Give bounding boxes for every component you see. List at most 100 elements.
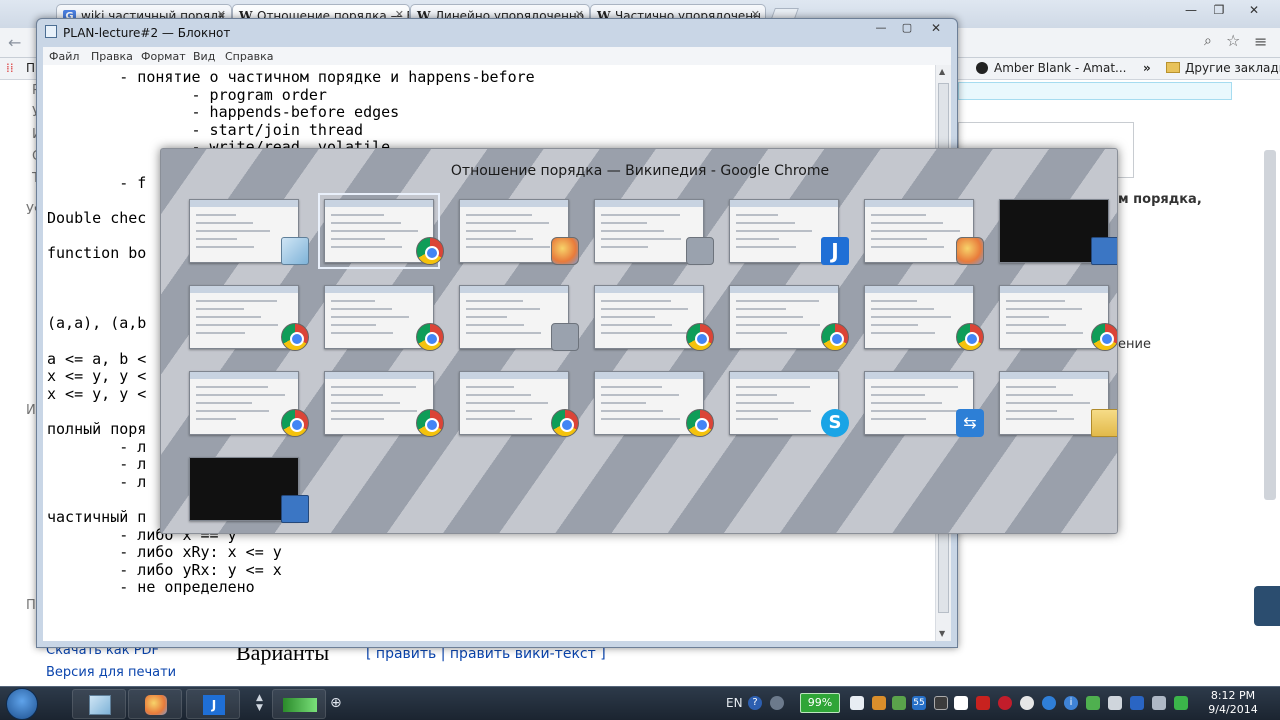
taskbar-network-monitor[interactable] bbox=[272, 689, 326, 719]
thumbnail-content bbox=[466, 410, 515, 412]
thumbnail-content bbox=[331, 324, 376, 326]
intellij-icon: J bbox=[203, 695, 225, 715]
search-icon[interactable]: ⌕ bbox=[1204, 33, 1212, 49]
chrome-icon bbox=[1091, 323, 1117, 351]
taskbar-notepad[interactable] bbox=[72, 689, 126, 719]
terminal-icon bbox=[281, 495, 309, 523]
back-icon[interactable]: ← bbox=[8, 33, 21, 52]
tray-app-icon[interactable] bbox=[998, 696, 1012, 710]
thumbnail-titlebar bbox=[865, 372, 973, 379]
thumbnail-content bbox=[1006, 386, 1056, 388]
bookmark-overflow[interactable]: » bbox=[1143, 61, 1151, 75]
thumbnail-content bbox=[196, 332, 245, 334]
tray-badge[interactable]: 55 bbox=[912, 696, 926, 710]
text-line: x <= y, y < bbox=[47, 367, 147, 386]
bookmark-other[interactable]: Другие закладки bbox=[1185, 61, 1280, 75]
menu-format[interactable]: Формат bbox=[141, 50, 186, 63]
thumbnail-content bbox=[871, 418, 926, 420]
taskbar-scroll-icon[interactable]: ▲ ▼ bbox=[256, 693, 263, 713]
star-icon[interactable]: ☆ bbox=[1226, 31, 1240, 50]
maximize-icon[interactable]: ❐ bbox=[1204, 0, 1234, 20]
tray-app-icon[interactable] bbox=[1042, 696, 1056, 710]
paint-icon bbox=[551, 237, 579, 265]
text-line: - л bbox=[47, 455, 147, 474]
close-window-icon[interactable]: ✕ bbox=[1234, 0, 1274, 20]
help-icon[interactable]: ? bbox=[748, 696, 762, 710]
thumbnail-content bbox=[871, 410, 959, 412]
thumbnail-content bbox=[196, 418, 236, 420]
thumbnail-content bbox=[871, 402, 942, 404]
thumbnail-content bbox=[331, 394, 383, 396]
tray-app-icon[interactable] bbox=[892, 696, 906, 710]
thumbnail-content bbox=[871, 230, 960, 232]
thumbnail-content bbox=[601, 246, 648, 248]
thumbnail-content bbox=[466, 402, 548, 404]
print-version-link[interactable]: Версия для печати bbox=[46, 665, 176, 680]
text-line: Double chec bbox=[47, 208, 147, 227]
page-scrollbar[interactable] bbox=[1264, 150, 1276, 500]
thumbnail-content bbox=[1006, 394, 1073, 396]
window-switcher: Отношение порядка — Википедия - Google C… bbox=[160, 148, 1118, 534]
text-line: - не определено bbox=[47, 578, 255, 597]
taskbar-paint[interactable] bbox=[128, 689, 182, 719]
paint-icon bbox=[145, 695, 167, 715]
thumbnail-content bbox=[601, 394, 679, 396]
text-line: - start/join thread bbox=[47, 120, 364, 139]
thumbnail-content bbox=[601, 214, 680, 216]
scroll-up-icon[interactable]: ▲ bbox=[939, 67, 945, 76]
bookmark-amber-blank[interactable]: Amber Blank - Amat... bbox=[994, 61, 1126, 75]
thumbnail-content bbox=[196, 230, 270, 232]
wireless-icon[interactable]: ⊕ bbox=[330, 695, 342, 711]
minimize-icon[interactable]: — bbox=[869, 21, 893, 37]
text-line: (a,a), (a,b bbox=[47, 314, 147, 333]
tray-app-icon[interactable] bbox=[954, 696, 968, 710]
acrobat-icon[interactable] bbox=[976, 696, 990, 710]
close-icon[interactable]: ✕ bbox=[921, 21, 951, 37]
gear-icon[interactable] bbox=[770, 696, 784, 710]
tray-app-icon[interactable] bbox=[1130, 696, 1144, 710]
menu-file[interactable]: Файл bbox=[49, 50, 79, 63]
thumbnail-content bbox=[331, 418, 384, 420]
language-indicator[interactable]: EN bbox=[726, 696, 743, 710]
text-line: function bo bbox=[47, 244, 147, 262]
thumbnail-content bbox=[196, 410, 269, 412]
thumbnail-content bbox=[736, 316, 803, 318]
tray-app-icon[interactable] bbox=[1086, 696, 1100, 710]
thumbnail-content bbox=[331, 300, 375, 302]
taskbar: J ▲ ▼ ⊕ EN ? 99% 55 i 8:12 PM 9/4/2014 bbox=[0, 686, 1280, 720]
people-icon bbox=[686, 237, 714, 265]
minimize-icon[interactable]: — bbox=[1176, 0, 1206, 20]
clock-date: 9/4/2014 bbox=[1208, 703, 1258, 716]
thumbnail-content bbox=[871, 308, 934, 310]
taskbar-intellij[interactable]: J bbox=[186, 689, 240, 719]
thumbnail-content bbox=[871, 300, 917, 302]
menu-view[interactable]: Вид bbox=[193, 50, 215, 63]
menu-icon[interactable]: ≡ bbox=[1254, 32, 1267, 51]
tray-app-icon[interactable] bbox=[850, 696, 864, 710]
menu-help[interactable]: Справка bbox=[225, 50, 273, 63]
thumbnail-content bbox=[466, 316, 507, 318]
thumbnail-titlebar bbox=[190, 372, 298, 379]
clock[interactable]: 8:12 PM 9/4/2014 bbox=[1198, 689, 1268, 717]
tray-app-icon[interactable] bbox=[1108, 696, 1122, 710]
tray-app-icon[interactable] bbox=[872, 696, 886, 710]
battery-indicator[interactable]: 99% bbox=[800, 693, 840, 713]
tray-app-icon[interactable] bbox=[1174, 696, 1188, 710]
maximize-icon[interactable]: ▢ bbox=[895, 21, 919, 37]
apps-icon[interactable]: ⁞⁞ bbox=[6, 61, 14, 75]
scroll-down-icon[interactable]: ▼ bbox=[939, 629, 945, 638]
chrome-icon bbox=[551, 409, 579, 437]
start-button[interactable] bbox=[6, 688, 38, 720]
thumbnail-content bbox=[871, 332, 935, 334]
section-edit-links[interactable]: [ править | править вики-текст ] bbox=[366, 646, 606, 662]
thumbnail-titlebar bbox=[865, 200, 973, 207]
tray-app-icon[interactable] bbox=[934, 696, 948, 710]
info-icon[interactable]: i bbox=[1064, 696, 1078, 710]
menu-edit[interactable]: Правка bbox=[91, 50, 133, 63]
thumbnail-content bbox=[196, 308, 244, 310]
thumbnail-titlebar bbox=[325, 200, 433, 207]
volume-icon[interactable] bbox=[1152, 696, 1166, 710]
side-widget[interactable] bbox=[1254, 586, 1280, 626]
thumbnail-content bbox=[1006, 410, 1057, 412]
tray-app-icon[interactable] bbox=[1020, 696, 1034, 710]
